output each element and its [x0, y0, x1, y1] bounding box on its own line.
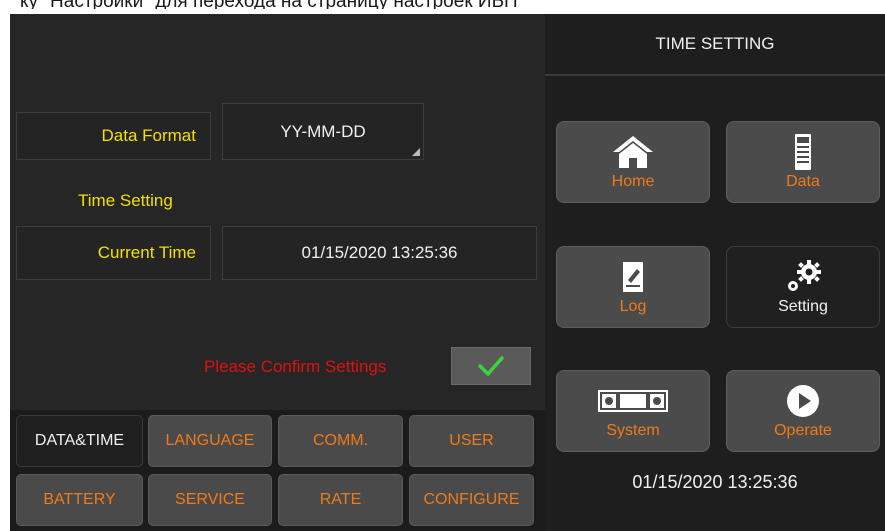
- navigation-panel: TIME SETTING Home Data Log Setting Syste…: [545, 14, 885, 531]
- settings-tabs: DATA&TIME LANGUAGE COMM. USER BATTERY SE…: [10, 410, 545, 531]
- tab-language[interactable]: LANGUAGE: [148, 415, 272, 467]
- data-format-label: Data Format: [16, 112, 211, 160]
- tab-configure[interactable]: CONFIGURE: [409, 474, 534, 526]
- nav-setting-button[interactable]: Setting: [726, 246, 880, 328]
- tab-rate[interactable]: RATE: [278, 474, 403, 526]
- current-time-field[interactable]: 01/15/2020 13:25:36: [222, 226, 537, 280]
- nav-setting-label: Setting: [778, 298, 828, 315]
- home-icon: [611, 133, 655, 171]
- data-format-select[interactable]: YY-MM-DD: [222, 103, 424, 160]
- nav-system-label: System: [606, 422, 660, 439]
- nav-data-button[interactable]: Data: [726, 121, 880, 203]
- nav-log-button[interactable]: Log: [556, 246, 710, 328]
- nav-operate-button[interactable]: Operate: [726, 370, 880, 452]
- current-time-label: Current Time: [16, 226, 211, 280]
- dropdown-corner-icon: [412, 148, 420, 156]
- nav-operate-label: Operate: [774, 422, 832, 439]
- page-caption: ку "Настройки" для перехода на страницу …: [0, 0, 885, 9]
- confirm-settings-text: Please Confirm Settings: [204, 357, 387, 376]
- nav-data-label: Data: [786, 173, 820, 190]
- log-icon: [621, 258, 645, 296]
- tab-data-time[interactable]: DATA&TIME: [16, 415, 143, 467]
- nav-log-label: Log: [619, 298, 647, 315]
- confirm-button[interactable]: [451, 347, 531, 385]
- tab-battery[interactable]: BATTERY: [16, 474, 143, 526]
- play-icon: [785, 382, 821, 420]
- tab-comm[interactable]: COMM.: [278, 415, 403, 467]
- battery-meter-icon: [793, 133, 813, 171]
- time-setting-label: Time Setting: [78, 191, 173, 210]
- nav-home-button[interactable]: Home: [556, 121, 710, 203]
- data-format-value: YY-MM-DD: [280, 121, 366, 141]
- tab-service[interactable]: SERVICE: [148, 474, 272, 526]
- gears-icon: [783, 258, 823, 296]
- panel-title: TIME SETTING: [545, 14, 885, 76]
- nav-system-button[interactable]: System: [556, 370, 710, 452]
- settings-screen: Data Format YY-MM-DD Time Setting Curren…: [10, 14, 545, 531]
- tab-user[interactable]: USER: [409, 415, 534, 467]
- nav-home-label: Home: [611, 173, 655, 190]
- status-clock: 01/15/2020 13:25:36: [632, 472, 798, 492]
- checkmark-icon: [478, 356, 504, 376]
- system-icon: [598, 382, 668, 420]
